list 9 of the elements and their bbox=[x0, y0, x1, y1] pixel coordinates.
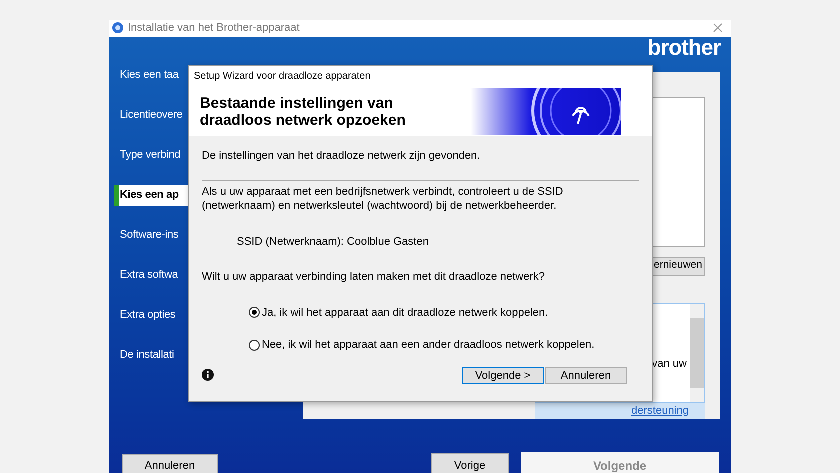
note-text: Als u uw apparaat met een bedrijfsnetwerk verbindt, controleert u de SSID (netwerknaam) en netwerksleutel (wachtwoord) bij de netwerkbeheerder. bbox=[202, 184, 564, 212]
found-text: De instellingen van het draadloze netwerk zijn gevonden. bbox=[202, 149, 482, 164]
brand-logo: brother bbox=[648, 36, 721, 56]
ssid-text: SSID (Netwerknaam): Coolblue Gasten bbox=[237, 234, 430, 250]
window-title: Installatie van het Brother-apparaat bbox=[128, 21, 300, 36]
dialog-heading: Bestaande instellingen van draadloos netwerk opzoeken bbox=[199, 94, 407, 129]
question-text: Wilt u uw apparaat verbinding laten maken met dit draadloze netwerk? bbox=[202, 270, 546, 285]
info-text: van uw bbox=[652, 357, 687, 372]
dialog-title: Setup Wizard voor draadloze apparaten bbox=[194, 70, 371, 84]
